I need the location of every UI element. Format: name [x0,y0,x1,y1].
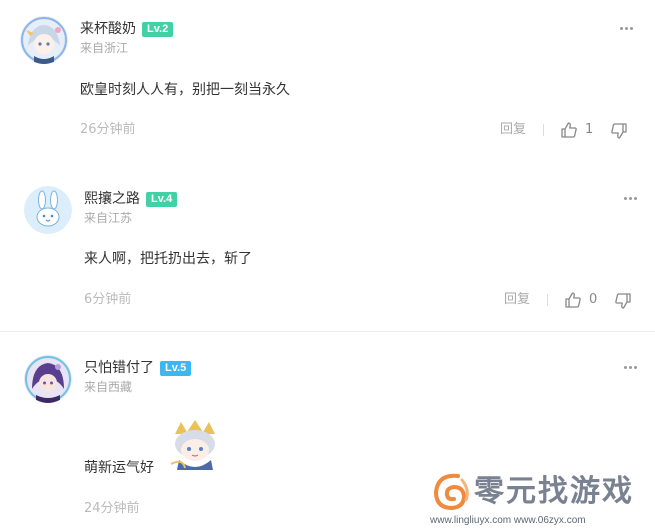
comment-content: 萌新运气好 [84,460,154,476]
username-text[interactable]: 只怕错付了 [84,360,154,376]
more-options-icon[interactable] [624,365,640,371]
anime-character-avatar-icon [24,355,72,403]
username[interactable]: 只怕错付了 Lv.5 [84,359,192,377]
watermark-url: www.lingliuyx.com www.06zyx.com [430,515,586,526]
chibi-character-sticker-icon [170,420,215,470]
watermark: 零元找游戏 www.lingliuyx.com www.06zyx.com [426,468,655,531]
level-badge: Lv.5 [160,361,192,376]
user-avatar[interactable] [24,355,72,403]
comment-item: 只怕错付了 Lv.5 来自西藏 萌新运气好 24分钟前 [0,0,655,531]
swirl-logo-icon [433,473,469,511]
comment-time: 24分钟前 [84,501,140,516]
watermark-title: 零元找游戏 [474,474,634,509]
location-text: 来自西藏 [84,380,133,394]
